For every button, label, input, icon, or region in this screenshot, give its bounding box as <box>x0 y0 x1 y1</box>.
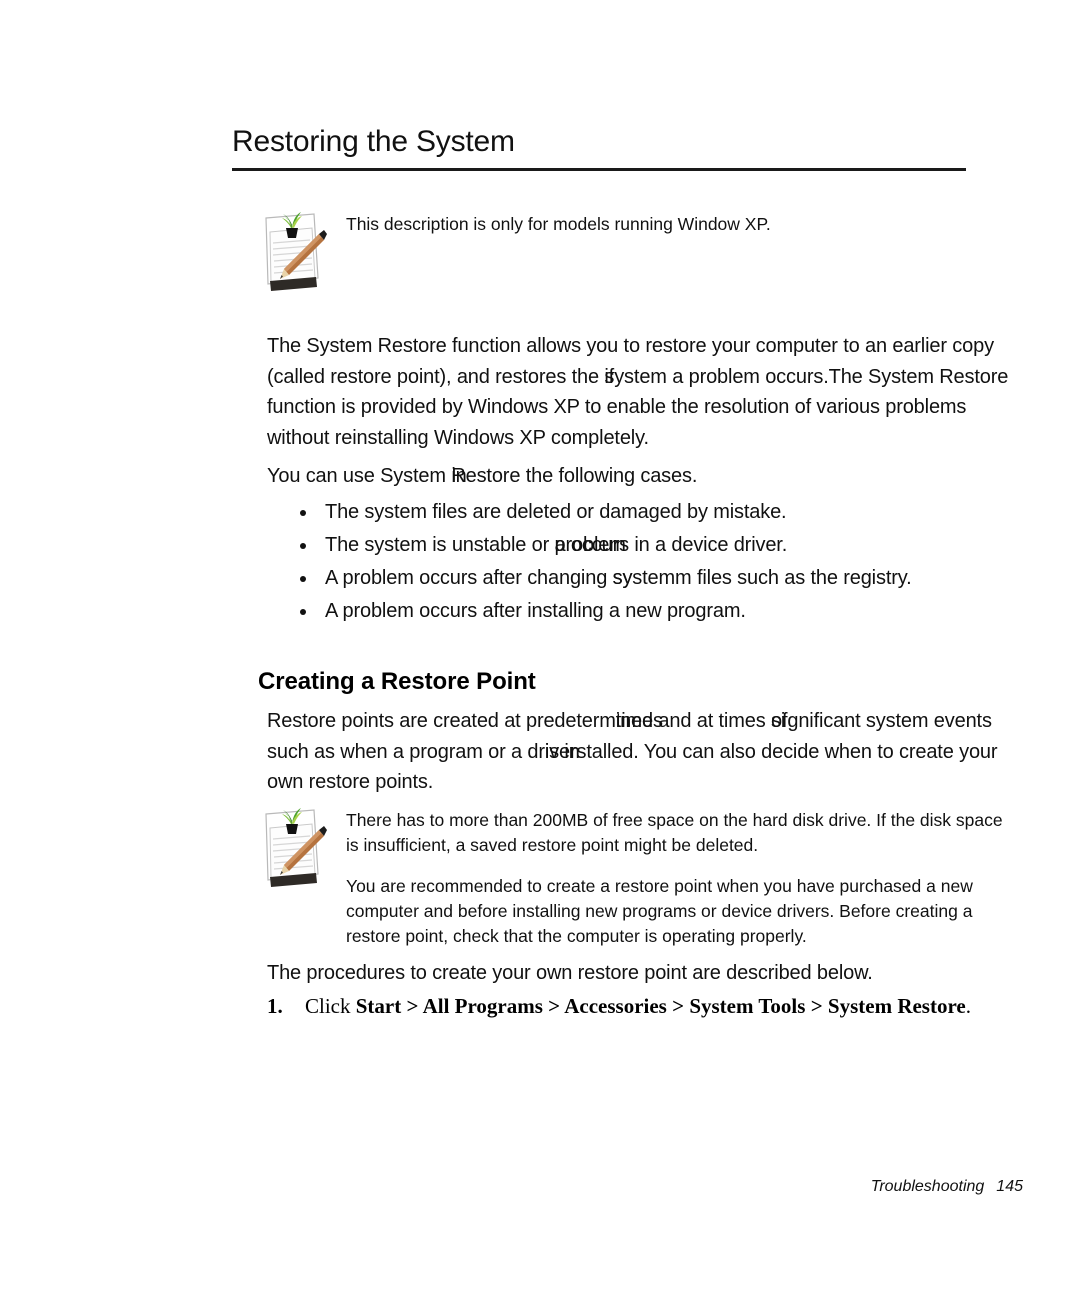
footer-page-number: 145 <box>996 1178 1023 1195</box>
bullet-suffix: m files such as the registry. <box>675 567 912 589</box>
step-prefix: Click <box>305 994 356 1018</box>
menu-path-system-tools: System Tools <box>689 994 806 1018</box>
intro-line-3: function is provided by Windows XP to en… <box>267 396 967 418</box>
bullet-prefix: The system is unstable or <box>325 534 555 556</box>
procedure-intro: The procedures to create your own restor… <box>267 962 873 984</box>
title-divider <box>232 168 966 171</box>
usecase-bullet-list: The system files are deleted or damaged … <box>296 497 1036 629</box>
menu-path-all-programs: All Programs <box>422 994 543 1018</box>
note-2-paragraph-1: There has to more than 200MB of free spa… <box>346 810 1003 855</box>
restore-overlap-1-over: times <box>615 710 663 732</box>
usecase-suffix: the following cases. <box>520 465 698 487</box>
menu-path-start: Start <box>355 994 402 1018</box>
restore-overlap-artifact-3: iver is in <box>544 737 580 768</box>
bullet-overlap-over: problem <box>554 534 626 556</box>
intro-line-4: without reinstalling Windows XP complete… <box>267 426 649 449</box>
bullet-prefix: A problem occurs after changing <box>325 567 613 589</box>
bullet-overlap-over: sy <box>612 567 633 589</box>
usecase-paragraph: You can use System Restore in the followi… <box>267 461 1023 492</box>
note-2-body: There has to more than 200MB of free spa… <box>346 802 1016 949</box>
bullet-dot-icon <box>300 510 306 516</box>
restore-overlap-2-over: si <box>770 710 786 732</box>
note-block-1: This description is only for models runn… <box>256 206 1016 298</box>
note-2-paragraph-2: You are recommended to create a restore … <box>346 876 973 946</box>
intro-overlap-over: if <box>604 365 615 388</box>
notepad-pencil-icon <box>256 206 330 298</box>
menu-path-separator: > <box>542 994 565 1018</box>
restore-overlap-artifact-2: of si <box>770 706 788 737</box>
intro-paragraph: The System Restore function allows you t… <box>267 331 1023 453</box>
bullet-overlap-artifact: a problem <box>555 530 626 561</box>
bullet-dot-icon <box>300 543 306 549</box>
usecase-prefix: You can use System <box>267 465 452 487</box>
list-item: A problem occurs after changing system sy… <box>296 563 1036 596</box>
bullet-dot-icon <box>300 609 306 615</box>
note-1-body: This description is only for models runn… <box>346 206 771 237</box>
note-block-2: There has to more than 200MB of free spa… <box>256 802 1016 949</box>
notepad-pencil-icon <box>256 802 330 894</box>
restore-line-2-b: stalled. You can also decide when to <box>576 740 894 763</box>
intro-line-2-prefix: (called restore point), and restores the <box>267 365 605 388</box>
procedure-step-list: 1. Click Start > All Programs > Accessori… <box>267 992 1027 1020</box>
bullet-prefix: The system files are deleted or damaged … <box>325 501 787 523</box>
menu-path-separator: > <box>805 994 828 1018</box>
page-footer: Troubleshooting 145 <box>0 1178 1023 1196</box>
procedure-step-1: 1. Click Start > All Programs > Accessori… <box>267 992 1027 1020</box>
intro-line-1: The System Restore function allows you t… <box>267 335 994 357</box>
usecase-overlap-artifact: Restore in <box>451 461 520 492</box>
section-heading-creating-restore-point: Creating a Restore Point <box>258 668 536 695</box>
restore-overlap-artifact-1: ined times <box>616 706 663 737</box>
restore-line-1-a: Restore points are created at predeterm <box>267 710 616 732</box>
menu-path-system-restore: System Restore <box>827 994 966 1018</box>
menu-path-separator: > <box>401 994 423 1018</box>
step-suffix: . <box>965 994 971 1018</box>
footer-section-name: Troubleshooting <box>870 1178 985 1195</box>
restore-overlap-3-over: is in <box>544 740 580 763</box>
intro-overlap-artifact: system if <box>604 362 667 393</box>
restore-line-1-c: gnificant system <box>787 710 929 732</box>
menu-path-separator: > <box>666 994 690 1018</box>
intro-line-2-suffix: a problem occurs.The System Restore <box>666 365 1009 388</box>
restore-points-paragraph: Restore points are created at predetermi… <box>267 706 1023 798</box>
bullet-prefix: A problem occurs after installing a new … <box>325 600 746 622</box>
step-number: 1. <box>267 994 283 1018</box>
list-item: The system is unstable or a problem occur… <box>296 530 1036 563</box>
list-item: The system files are deleted or damaged … <box>296 497 1036 530</box>
menu-path-accessories: Accessories <box>564 994 667 1018</box>
bullet-dot-icon <box>300 576 306 582</box>
restore-line-1-b: and at times <box>653 710 771 732</box>
page-title: Restoring the System <box>232 125 515 158</box>
note-1-text: This description is only for models runn… <box>346 214 771 234</box>
list-item: A problem occurs after installing a new … <box>296 596 1036 629</box>
bullet-overlap-artifact: system sy <box>612 563 676 594</box>
document-page: Restoring the System This description is… <box>0 0 1080 1309</box>
page-title-block: Restoring the System <box>232 124 966 171</box>
usecase-overlap-over: in <box>451 465 467 487</box>
